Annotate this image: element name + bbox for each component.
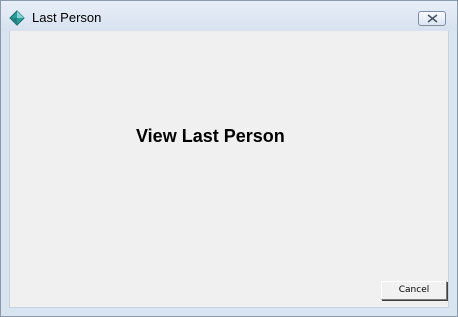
dialog-window: Last Person View Last Person Cancel <box>0 0 458 317</box>
cancel-button[interactable]: Cancel <box>381 281 447 300</box>
diamond-app-icon <box>9 10 25 26</box>
title-bar[interactable]: Last Person <box>1 1 457 31</box>
window-title: Last Person <box>32 10 102 25</box>
close-button[interactable] <box>418 11 446 26</box>
dialog-content: View Last Person Cancel <box>9 31 449 308</box>
page-heading: View Last Person <box>136 126 285 146</box>
close-icon <box>427 14 438 23</box>
